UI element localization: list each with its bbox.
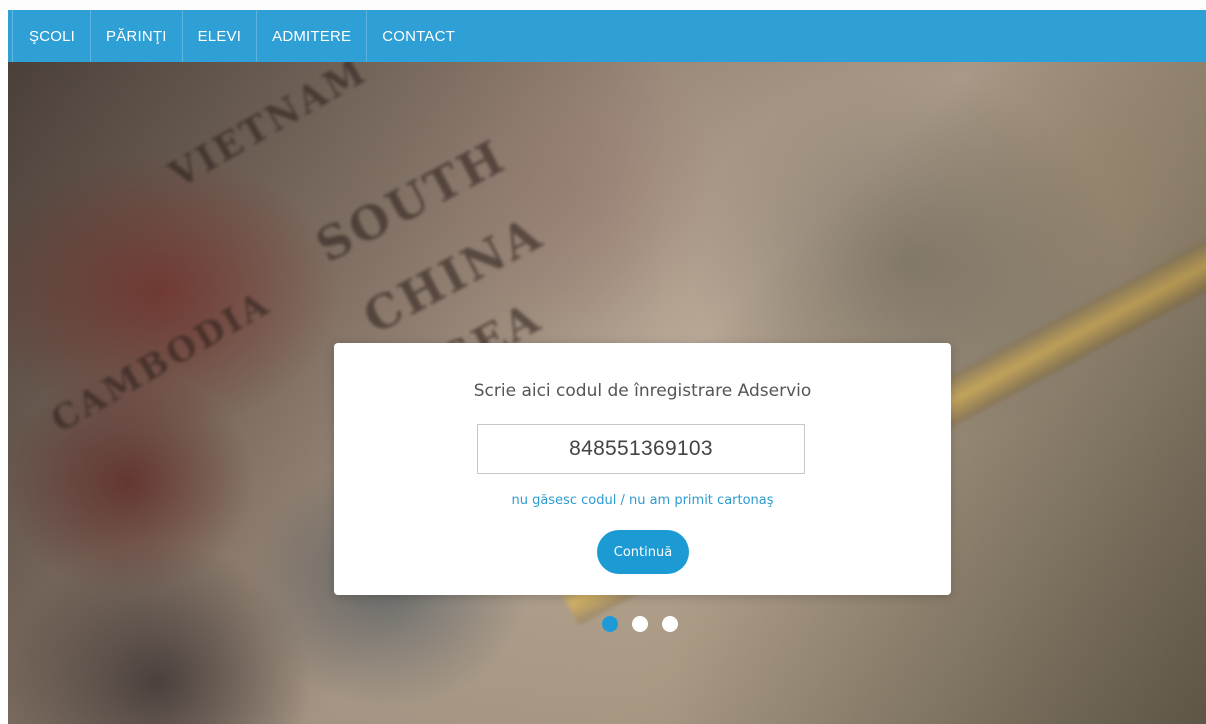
carousel-dots xyxy=(602,616,678,632)
map-word-vietnam: VIETNAM xyxy=(162,62,375,197)
nav-item-admitere[interactable]: ADMITERE xyxy=(257,10,368,62)
nav-item-contact[interactable]: CONTACT xyxy=(367,10,470,62)
map-word-south: SOUTH xyxy=(307,128,515,274)
main-navbar: ŞCOLI PĂRINŢI ELEVI ADMITERE CONTACT xyxy=(8,10,1206,62)
carousel-dot-3[interactable] xyxy=(662,616,678,632)
nav-item-parinti[interactable]: PĂRINŢI xyxy=(91,10,183,62)
top-strip xyxy=(0,0,1206,10)
nav-item-elevi[interactable]: ELEVI xyxy=(183,10,258,62)
carousel-dot-1[interactable] xyxy=(602,616,618,632)
nav-item-scoli[interactable]: ŞCOLI xyxy=(13,10,92,62)
registration-heading: Scrie aici codul de înregistrare Adservi… xyxy=(473,381,812,401)
registration-code-input[interactable] xyxy=(477,424,805,474)
map-word-cambodia: CAMBODIA xyxy=(44,283,278,441)
continue-button[interactable]: Continuă xyxy=(597,530,689,574)
carousel-dot-2[interactable] xyxy=(632,616,648,632)
code-not-found-link[interactable]: nu găsesc codul / nu am primit cartonaş xyxy=(334,493,951,508)
registration-card: Scrie aici codul de înregistrare Adservi… xyxy=(334,343,951,595)
map-word-china: CHINA xyxy=(354,205,552,345)
